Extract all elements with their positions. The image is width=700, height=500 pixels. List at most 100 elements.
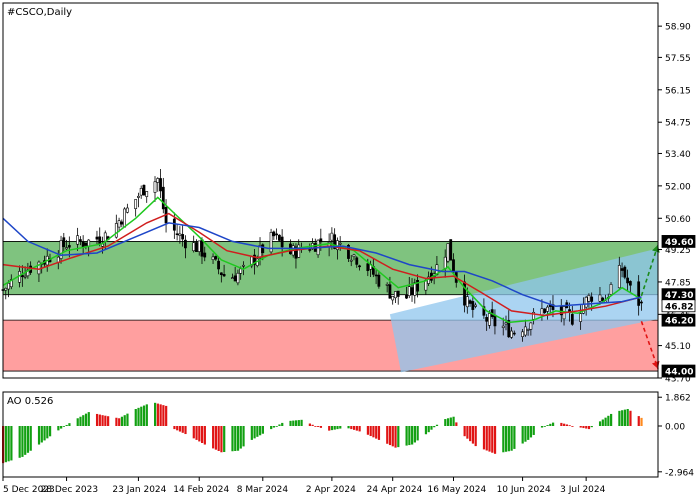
candle-body [125, 207, 129, 213]
candle-body [139, 188, 143, 196]
price-tick-label: 53.40 [665, 150, 691, 160]
candle-body [349, 259, 353, 262]
ao-bar [198, 426, 201, 442]
ao-bar [289, 420, 292, 426]
ao-bar [192, 426, 195, 439]
ao-bar [142, 405, 146, 426]
time-tick-label: 8 Mar 2024 [237, 485, 289, 495]
ao-bar [104, 415, 107, 426]
time-tick-label: 23 Jan 2024 [112, 485, 166, 495]
ao-bar [184, 426, 187, 435]
ao-bar [388, 426, 392, 446]
candle-body [570, 314, 574, 325]
candle-body [587, 295, 591, 302]
ao-bar [314, 426, 317, 427]
ao-bar [416, 426, 419, 441]
ao-bar [162, 405, 165, 426]
candle-body [529, 322, 533, 330]
candle-body [443, 256, 447, 269]
ao-tick-label: 0.00 [665, 423, 685, 433]
candle-body [598, 294, 602, 302]
candle-body [161, 186, 165, 210]
candle-body [330, 232, 334, 241]
ao-bar [626, 409, 629, 426]
ao-bar [532, 426, 535, 435]
ao-bar [165, 405, 168, 426]
ao-bar [272, 426, 276, 428]
candle-body [308, 249, 312, 251]
ao-bar [330, 426, 334, 431]
ao-bar [176, 426, 179, 431]
candle-body [76, 235, 80, 245]
candle-body [23, 275, 27, 278]
candle-body [366, 263, 370, 272]
candle-body [192, 242, 196, 252]
ao-panel-frame [2, 391, 659, 478]
ao-bar [40, 426, 43, 443]
ao-bar [491, 426, 494, 453]
ao-bar [449, 417, 452, 426]
candle-body [449, 239, 453, 261]
ao-bar [123, 415, 126, 426]
candle-body [493, 314, 497, 327]
candle-body [413, 282, 417, 296]
candle-body [463, 281, 466, 306]
price-label: 49.60 [665, 238, 693, 248]
candle-body [609, 284, 613, 295]
candle-body [203, 252, 207, 258]
ao-bar [234, 426, 237, 451]
candle-body [510, 330, 513, 338]
ao-bar [433, 426, 436, 428]
ao-bar [242, 426, 245, 447]
ao-bar [95, 413, 99, 426]
candle-body [338, 242, 342, 245]
ao-bar [411, 426, 414, 445]
ao-bar [297, 420, 300, 426]
ao-bar [76, 418, 79, 426]
ao-bar [82, 415, 85, 426]
ao-bar [629, 410, 632, 426]
ao-bar [394, 426, 397, 448]
candle-body [521, 331, 524, 337]
candle-body [117, 220, 121, 228]
candle-body [7, 282, 10, 290]
ao-bar [154, 402, 157, 426]
ao-bar [250, 426, 253, 440]
ao-bar [397, 426, 400, 448]
candle-body [485, 317, 489, 322]
ao-bar [24, 426, 27, 455]
ao-bar [413, 426, 416, 443]
time-axis: 5 Dec 202328 Dec 2023 23 Jan 2024 14 Feb 2… [2, 477, 606, 495]
ao-bar [529, 426, 533, 438]
candle-body [230, 277, 234, 279]
price-tick-label: 50.60 [665, 215, 691, 225]
ao-bar [466, 426, 469, 439]
price-label: 46.82 [665, 302, 693, 312]
ao-bar [350, 426, 353, 430]
candle-body [543, 308, 547, 313]
ao-bar [369, 426, 372, 437]
candle-body [175, 233, 179, 236]
ao-bar [375, 426, 378, 439]
candle-body [242, 264, 245, 267]
candle-body [628, 281, 632, 286]
ao-bar [474, 426, 477, 447]
candle-body [512, 332, 516, 335]
ao-bar [311, 424, 314, 426]
ao-bar [408, 426, 411, 446]
candle-body [388, 284, 392, 299]
ao-bar [610, 413, 613, 426]
candle-body [546, 306, 549, 312]
ao-bar [68, 423, 71, 426]
ao-bar [101, 415, 104, 426]
ao-bar [504, 426, 508, 452]
ao-bar [560, 422, 563, 426]
candle-body [523, 326, 527, 336]
ao-bar [181, 426, 184, 433]
time-tick-label: 16 May 2024 [427, 485, 486, 495]
candle-body [195, 242, 198, 252]
candle-body [153, 181, 157, 193]
candle-body [236, 272, 240, 284]
ao-bar [18, 426, 21, 458]
ao-bar [134, 409, 137, 426]
